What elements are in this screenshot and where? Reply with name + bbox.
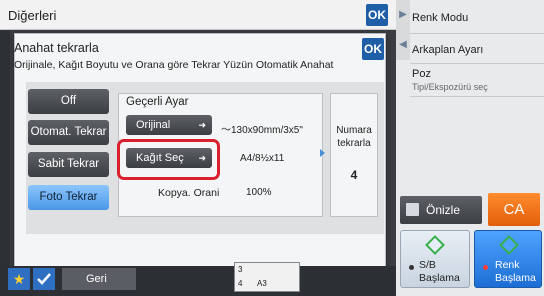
mode-off-button[interactable]: Off bbox=[28, 89, 109, 114]
start-color-line1: Renk bbox=[495, 259, 520, 271]
original-button-label: Orijinal bbox=[136, 119, 171, 131]
repeat-count-label-line1: Numara bbox=[336, 125, 372, 136]
copy-ratio-label: Kopya. Orani bbox=[158, 187, 220, 199]
thumb-page-top: 3 bbox=[238, 265, 243, 274]
thumb-paper-size: A3 bbox=[257, 279, 267, 288]
dialog-title: Anahat tekrarla bbox=[14, 41, 99, 55]
repeat-count-label-line2: tekrarla bbox=[337, 138, 371, 149]
paper-size-value: A4/8½x11 bbox=[240, 153, 285, 164]
poz-subtitle: Tipi/Ekspozürü seç bbox=[412, 82, 488, 92]
expand-arrow-icon[interactable]: ◀ bbox=[396, 30, 410, 60]
mode-fixed-repeat-button[interactable]: Sabit Tekrar bbox=[28, 152, 109, 177]
mode-auto-repeat-button[interactable]: Otomat. Tekrar bbox=[28, 120, 109, 145]
repeat-count-box[interactable] bbox=[330, 93, 378, 217]
preview-label: Önizle bbox=[426, 203, 461, 217]
start-color-button[interactable]: Renk Başlama bbox=[474, 230, 542, 288]
start-bw-line1: S/B bbox=[419, 259, 436, 271]
clear-all-button[interactable]: CA bbox=[488, 193, 540, 226]
repeat-count-value: 4 bbox=[350, 168, 358, 182]
thumb-page-bottom: 4 bbox=[238, 279, 243, 288]
menu-item-renk-modu[interactable]: Renk Modu bbox=[412, 12, 542, 24]
top-bar-title: Diğerleri bbox=[8, 8, 57, 23]
highlight-outline bbox=[117, 139, 220, 180]
color-dot-icon bbox=[483, 265, 488, 270]
menu-item-arkaplan-ayari[interactable]: Arkaplan Ayarı bbox=[412, 44, 542, 56]
arrow-right-icon bbox=[320, 149, 325, 157]
repeat-count-label: Numara tekrarla bbox=[330, 124, 378, 150]
document-thumbnail: 3 4 A3 bbox=[234, 262, 300, 292]
start-bw-line2: Başlama bbox=[419, 272, 460, 284]
bottom-bar bbox=[0, 266, 396, 296]
divider bbox=[410, 63, 544, 64]
dialog-ok-button[interactable]: OK bbox=[362, 38, 384, 60]
original-size-value: ～130x90mm/3x5" bbox=[221, 125, 303, 136]
start-diamond-icon bbox=[499, 235, 519, 255]
collapse-arrow-icon[interactable]: ▶ bbox=[396, 0, 410, 30]
start-color-label: Renk Başlama bbox=[495, 259, 536, 285]
mode-photo-repeat-button[interactable]: Foto Tekrar bbox=[28, 185, 109, 210]
arrow-right-icon: ➜ bbox=[198, 120, 206, 130]
divider bbox=[410, 33, 544, 34]
star-icon[interactable]: ★ bbox=[8, 268, 30, 290]
back-button[interactable]: Geri bbox=[62, 268, 136, 290]
copy-ratio-value: 100% bbox=[246, 187, 272, 198]
preview-button[interactable]: Önizle bbox=[400, 196, 482, 224]
original-button[interactable]: Orijinal ➜ bbox=[126, 115, 212, 135]
check-icon[interactable] bbox=[33, 268, 55, 290]
current-settings-label: Geçerli Ayar bbox=[126, 96, 189, 108]
top-bar bbox=[0, 0, 396, 30]
start-color-line2: Başlama bbox=[495, 272, 536, 284]
left-edge-strip bbox=[0, 30, 10, 266]
screen: Diğerleri OK ▶ ◀ Renk Modu Arkaplan Ayar… bbox=[0, 0, 544, 296]
start-bw-label: S/B Başlama bbox=[419, 259, 460, 285]
preview-icon bbox=[406, 203, 419, 216]
start-diamond-icon bbox=[425, 235, 445, 255]
menu-item-poz[interactable]: Poz bbox=[412, 68, 542, 80]
dialog-description: Orijinale, Kağıt Boyutu ve Orana göre Te… bbox=[14, 59, 334, 71]
top-ok-button[interactable]: OK bbox=[366, 4, 388, 26]
divider bbox=[410, 96, 544, 97]
bw-dot-icon bbox=[409, 265, 414, 270]
start-bw-button[interactable]: S/B Başlama bbox=[400, 230, 470, 288]
